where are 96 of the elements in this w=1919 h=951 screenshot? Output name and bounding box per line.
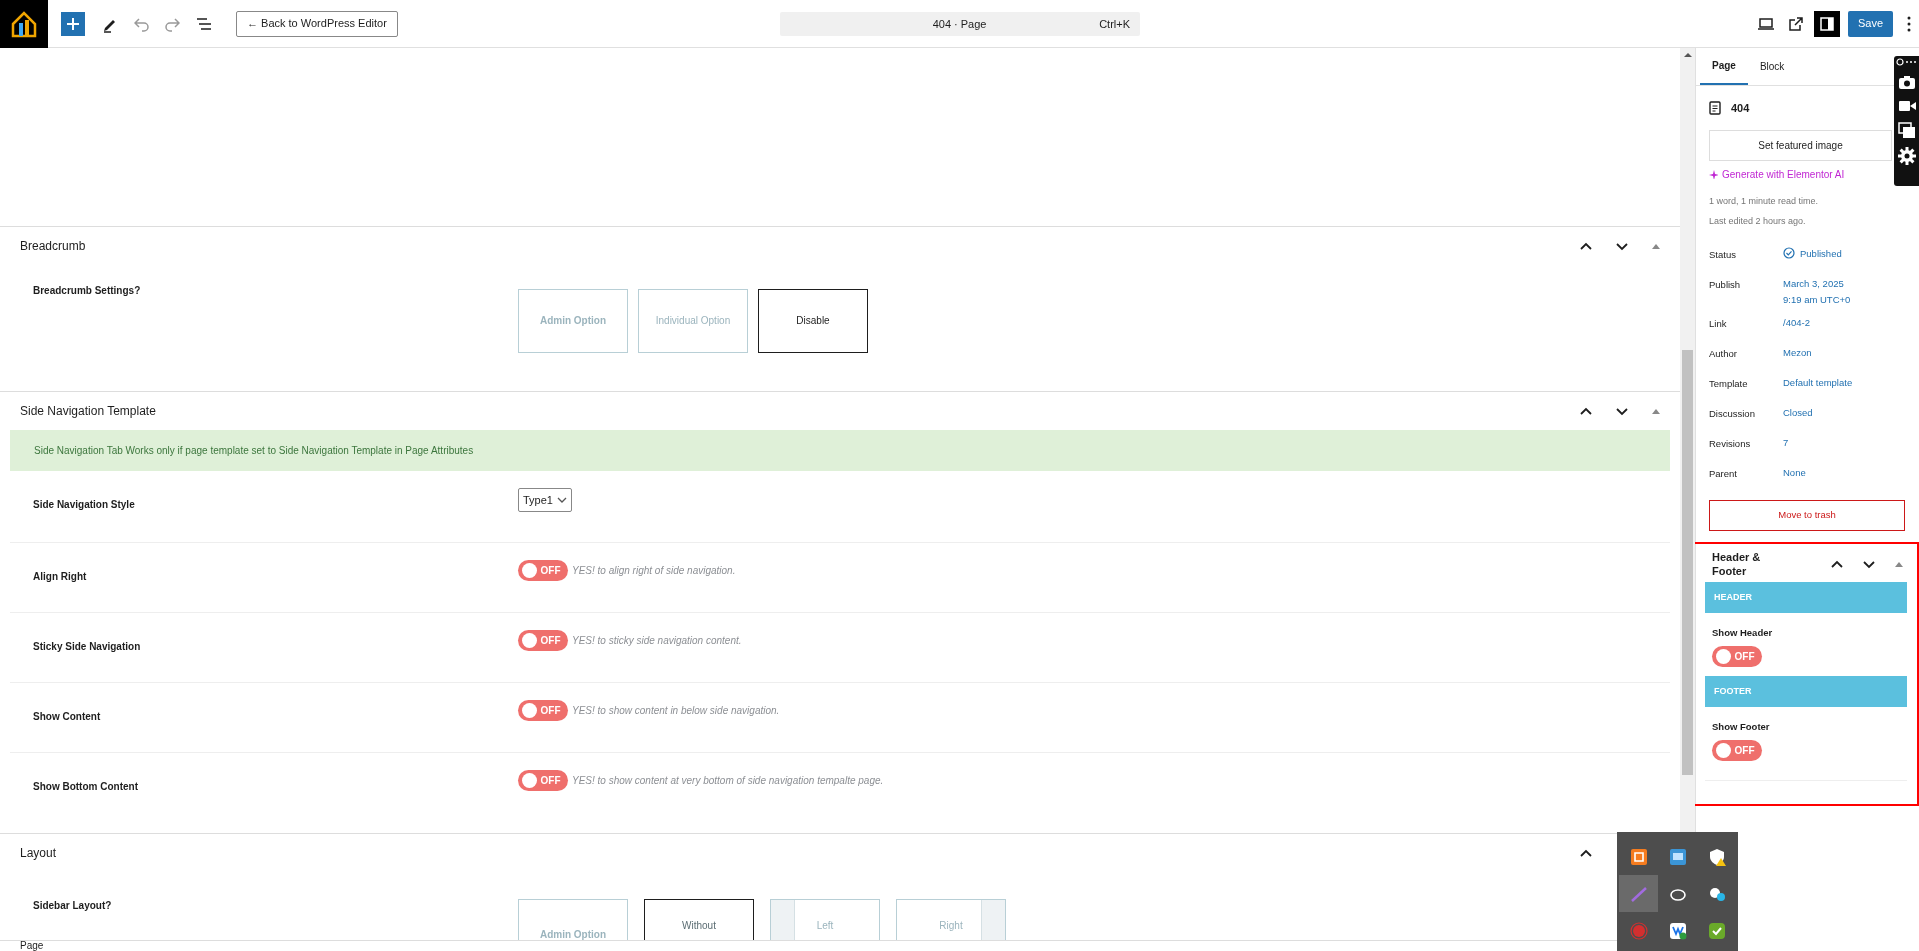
- sparkle-icon: [1709, 169, 1718, 179]
- page-icon: [1709, 101, 1721, 115]
- shield-warning-icon[interactable]: [1707, 847, 1726, 866]
- field-label: Sticky Side Navigation: [33, 641, 141, 652]
- field-value-link[interactable]: /404-2: [1783, 315, 1810, 331]
- field-label: Show Header: [1712, 626, 1774, 640]
- field-label: Show Content: [33, 711, 101, 722]
- sidebar-icon: [1819, 16, 1834, 31]
- info-text: 1 word, 1 minute read time.: [1709, 195, 1820, 208]
- panel-title: Header & Footer: [1712, 550, 1762, 578]
- save-button[interactable]: Save: [1847, 10, 1893, 37]
- field-value-link[interactable]: Closed: [1783, 405, 1813, 421]
- trash-button[interactable]: Move to trash: [1709, 500, 1905, 531]
- triangle-up-icon[interactable]: [1895, 561, 1903, 567]
- back-button[interactable]: ← Back to WordPress Editor: [236, 10, 398, 37]
- scroll-up-icon[interactable]: [1684, 53, 1692, 57]
- shortcut-text: Ctrl+K: [1099, 16, 1131, 32]
- messenger-icon[interactable]: [1668, 921, 1687, 940]
- chevron-down-icon[interactable]: [1616, 241, 1628, 251]
- hint-text: YES! to sticky side navigation content.: [572, 634, 742, 648]
- video-icon[interactable]: [1897, 98, 1916, 114]
- section-title: Breadcrumb: [20, 238, 86, 255]
- field-value-link[interactable]: Published: [1800, 246, 1842, 262]
- section-title: Side Navigation Template: [20, 403, 156, 420]
- field-label: Template: [1709, 377, 1749, 391]
- field-label: Side Navigation Style: [33, 499, 135, 510]
- hint-text: YES! to show content in below side navigation.: [572, 704, 780, 718]
- field-label: Status: [1709, 248, 1737, 262]
- field-label: Sidebar Layout?: [33, 900, 112, 911]
- scrollbar-thumb[interactable]: [1682, 350, 1693, 775]
- toggle-switch[interactable]: OFF: [518, 700, 568, 721]
- list-view-icon[interactable]: [196, 15, 212, 32]
- toggle-switch[interactable]: OFF: [1712, 740, 1762, 762]
- section-title: Layout: [20, 845, 57, 862]
- info-text: Last edited 2 hours ago.: [1709, 214, 1807, 228]
- command-bar[interactable]: 404 · Page Ctrl+K: [780, 12, 1140, 36]
- external-link-icon[interactable]: [1787, 15, 1804, 32]
- field-label: Discussion: [1709, 407, 1756, 421]
- chevron-up-icon[interactable]: [1580, 241, 1592, 251]
- page-name: 404: [1731, 100, 1750, 116]
- chevron-down-icon[interactable]: [1616, 406, 1628, 416]
- field-value-link[interactable]: Mezon: [1783, 345, 1812, 361]
- field-value-link[interactable]: Default template: [1783, 375, 1853, 391]
- chevron-down-icon[interactable]: [1863, 559, 1875, 569]
- site-logo[interactable]: [0, 0, 48, 48]
- option-button[interactable]: Disable: [758, 289, 868, 353]
- desktop-icon[interactable]: [1757, 15, 1774, 32]
- chevron-down-icon: [556, 497, 567, 503]
- field-value-link[interactable]: None: [1783, 465, 1806, 481]
- field-value-link[interactable]: 7: [1783, 435, 1789, 451]
- hint-text: YES! to show content at very bottom of side navigation tempalte page.: [572, 774, 884, 788]
- chevron-up-icon[interactable]: [1580, 406, 1592, 416]
- field-label: Revisions: [1709, 437, 1752, 451]
- sidebar-tab[interactable]: Block: [1747, 48, 1797, 85]
- toggle-switch[interactable]: OFF: [518, 770, 568, 791]
- page-title: 404 · Page: [931, 16, 988, 32]
- group-header: HEADER: [1705, 582, 1907, 613]
- field-label: Author: [1709, 347, 1738, 361]
- check-circle-icon: [1783, 247, 1795, 259]
- chevron-up-icon[interactable]: [1580, 848, 1592, 858]
- sidebar-toggle-button[interactable]: [1813, 10, 1840, 37]
- featured-image-button[interactable]: Set featured image: [1709, 130, 1892, 161]
- group-header: FOOTER: [1705, 676, 1907, 707]
- redo-icon[interactable]: [164, 15, 180, 32]
- chevron-up-icon[interactable]: [1831, 559, 1843, 569]
- windows-icon[interactable]: [1897, 122, 1916, 139]
- hint-text: YES! to align right of side navigation.: [572, 564, 736, 578]
- field-label: Show Bottom Content: [33, 781, 138, 792]
- field-label: Parent: [1709, 467, 1738, 481]
- check-app-icon[interactable]: [1707, 921, 1726, 940]
- settings-icon[interactable]: [1897, 147, 1916, 165]
- field-value-link[interactable]: March 3, 2025 9:19 am UTC+0: [1783, 276, 1851, 308]
- status-bar-text: Page: [20, 941, 44, 951]
- logo-icon: [10, 9, 38, 38]
- link-dots-icon[interactable]: [1896, 58, 1917, 66]
- field-label: Link: [1709, 317, 1728, 331]
- camera-icon[interactable]: [1897, 74, 1916, 90]
- undo-icon[interactable]: [134, 15, 150, 32]
- triangle-up-icon[interactable]: [1652, 243, 1660, 249]
- toggle-switch[interactable]: OFF: [518, 560, 568, 581]
- info-notice: Side Navigation Tab Works only if page template set to Side Navigation Template in Page Attributes: [10, 430, 1670, 471]
- add-block-button[interactable]: [61, 11, 85, 36]
- triangle-up-icon[interactable]: [1652, 408, 1660, 414]
- plus-icon: [66, 16, 80, 31]
- field-label: Align Right: [33, 571, 87, 582]
- toggle-switch[interactable]: OFF: [1712, 646, 1762, 668]
- select-field[interactable]: Type1: [518, 488, 572, 512]
- sidebar-tab[interactable]: Page: [1700, 48, 1748, 85]
- field-label: Publish: [1709, 278, 1742, 292]
- toggle-switch[interactable]: OFF: [518, 630, 568, 651]
- monitor-icon[interactable]: [1668, 847, 1687, 866]
- ai-link[interactable]: Generate with Elementor AI: [1722, 166, 1845, 182]
- more-options-icon[interactable]: [1907, 15, 1911, 32]
- field-label: Breadcrumb Settings?: [33, 285, 141, 296]
- app-icon[interactable]: [1629, 847, 1648, 866]
- field-label: Show Footer: [1712, 720, 1771, 734]
